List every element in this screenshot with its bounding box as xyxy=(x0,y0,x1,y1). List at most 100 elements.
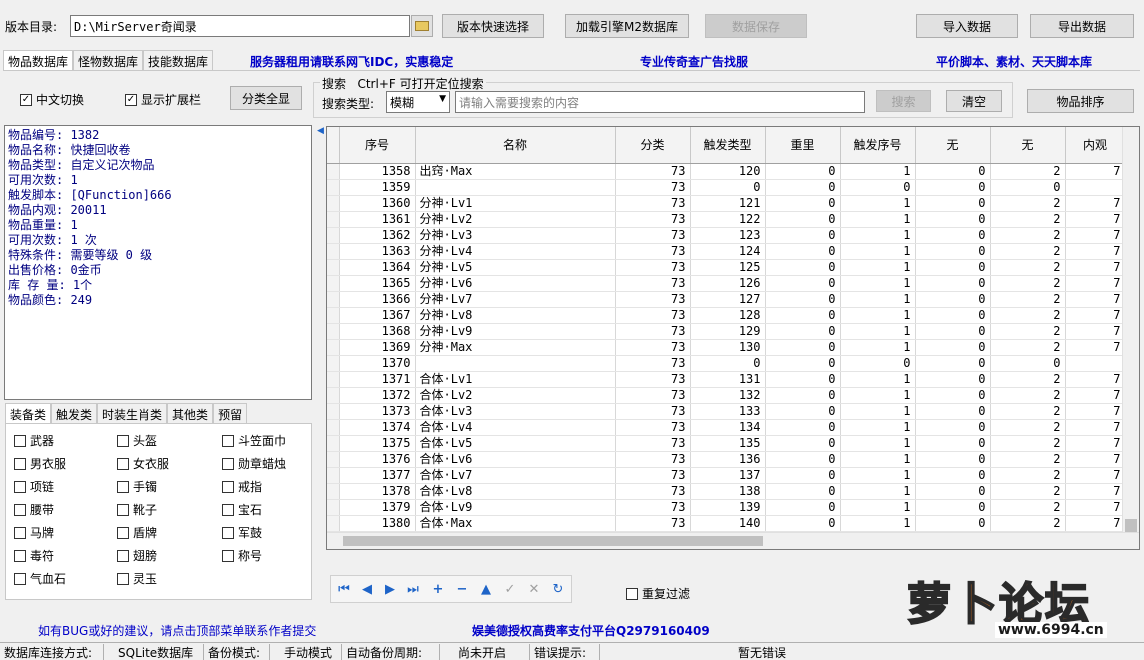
search-type-select[interactable]: 模糊 ▼ xyxy=(386,91,450,113)
table-cell[interactable]: 合体·Lv9 xyxy=(415,499,616,516)
row-indicator[interactable] xyxy=(327,163,340,180)
table-cell[interactable]: 73 xyxy=(615,387,691,404)
tab-other[interactable]: 其他类 xyxy=(167,403,214,423)
category-checkbox[interactable]: 戒指 xyxy=(222,478,262,495)
tab-reserved[interactable]: 预留 xyxy=(213,403,248,423)
table-cell[interactable]: 2 xyxy=(990,323,1066,340)
table-cell[interactable]: 1366 xyxy=(339,291,416,308)
table-cell[interactable]: 73 xyxy=(615,339,691,356)
category-checkbox[interactable]: 毒符 xyxy=(14,547,54,564)
table-cell[interactable]: 0 xyxy=(690,355,766,372)
table-cell[interactable]: 127 xyxy=(690,291,766,308)
table-cell[interactable]: 2 xyxy=(990,195,1066,212)
table-cell[interactable]: 7 xyxy=(1065,419,1126,436)
row-indicator[interactable] xyxy=(327,323,340,340)
row-indicator[interactable] xyxy=(327,483,340,500)
column-header[interactable]: 无 xyxy=(915,127,991,164)
table-cell[interactable]: 7 xyxy=(1065,499,1126,516)
table-cell[interactable]: 0 xyxy=(765,371,841,388)
refresh-icon[interactable]: ↻ xyxy=(548,579,568,599)
table-cell[interactable]: 0 xyxy=(915,355,991,372)
table-cell[interactable]: 合体·Lv4 xyxy=(415,419,616,436)
table-cell[interactable]: 135 xyxy=(690,435,766,452)
table-cell[interactable]: 1373 xyxy=(339,403,416,420)
category-checkbox[interactable]: 女衣服 xyxy=(117,455,169,472)
version-dir-input[interactable]: D:\MirServer奇闻录 xyxy=(70,15,410,37)
table-cell[interactable]: 0 xyxy=(915,435,991,452)
table-cell[interactable]: 7 xyxy=(1065,275,1126,292)
table-cell[interactable]: 2 xyxy=(990,419,1066,436)
table-cell[interactable]: 140 xyxy=(690,515,766,532)
table-cell[interactable]: 1375 xyxy=(339,435,416,452)
column-header[interactable]: 分类 xyxy=(615,127,691,164)
category-checkbox[interactable]: 气血石 xyxy=(14,570,66,587)
row-indicator[interactable] xyxy=(327,227,340,244)
table-row[interactable]: 1373 合体·Lv3 73 133 0 1 0 2 7 xyxy=(327,403,1126,420)
table-cell[interactable]: 1 xyxy=(840,403,916,420)
table-cell[interactable]: 1358 xyxy=(339,163,416,180)
table-cell[interactable]: 0 xyxy=(765,227,841,244)
table-cell[interactable]: 0 xyxy=(765,499,841,516)
table-cell[interactable]: 0 xyxy=(765,435,841,452)
table-cell[interactable]: 73 xyxy=(615,355,691,372)
tab-skills[interactable]: 技能数据库 xyxy=(143,50,214,70)
table-cell[interactable]: 合体·Lv3 xyxy=(415,403,616,420)
row-indicator[interactable] xyxy=(327,275,340,292)
row-indicator[interactable] xyxy=(327,371,340,388)
table-cell[interactable]: 139 xyxy=(690,499,766,516)
table-cell[interactable]: 137 xyxy=(690,467,766,484)
table-cell[interactable]: 0 xyxy=(915,259,991,276)
category-checkbox[interactable]: 翅膀 xyxy=(117,547,157,564)
horizontal-scroll-thumb[interactable] xyxy=(343,536,763,546)
table-row[interactable]: 1361 分神·Lv2 73 122 0 1 0 2 7 xyxy=(327,211,1126,228)
pay-ad-link[interactable]: 娱美德授权高费率支付平台Q2979160409 xyxy=(472,622,710,639)
table-row[interactable]: 1380 合体·Max 73 140 0 1 0 2 7 xyxy=(327,515,1126,532)
table-cell[interactable]: 2 xyxy=(990,483,1066,500)
table-cell[interactable]: 0 xyxy=(915,211,991,228)
table-cell[interactable]: 73 xyxy=(615,243,691,260)
dedupe-filter-checkbox[interactable]: 重复过滤 xyxy=(626,585,690,602)
bug-hint-text[interactable]: 如有BUG或好的建议，请点击顶部菜单联系作者提交 xyxy=(38,622,316,639)
table-cell[interactable]: 2 xyxy=(990,291,1066,308)
table-cell[interactable]: 2 xyxy=(990,339,1066,356)
table-cell[interactable]: 73 xyxy=(615,259,691,276)
table-cell[interactable]: 2 xyxy=(990,307,1066,324)
table-cell[interactable]: 2 xyxy=(990,275,1066,292)
table-cell[interactable]: 0 xyxy=(990,179,1066,196)
table-cell[interactable]: 0 xyxy=(915,499,991,516)
table-cell[interactable]: 合体·Lv7 xyxy=(415,467,616,484)
table-cell[interactable]: 2 xyxy=(990,403,1066,420)
table-cell[interactable]: 134 xyxy=(690,419,766,436)
table-cell[interactable]: 0 xyxy=(690,179,766,196)
load-db-button[interactable]: 加载引擎M2数据库 xyxy=(565,14,689,38)
table-cell[interactable]: 1 xyxy=(840,211,916,228)
table-cell[interactable] xyxy=(1065,355,1126,372)
table-cell[interactable]: 73 xyxy=(615,451,691,468)
table-cell[interactable]: 0 xyxy=(840,179,916,196)
table-cell[interactable]: 73 xyxy=(615,291,691,308)
category-checkbox[interactable]: 勋章蜡烛 xyxy=(222,455,286,472)
category-checkbox[interactable]: 手镯 xyxy=(117,478,157,495)
chinese-switch-checkbox[interactable]: ✓ 中文切换 xyxy=(20,91,84,108)
table-cell[interactable]: 7 xyxy=(1065,259,1126,276)
table-cell[interactable]: 136 xyxy=(690,451,766,468)
table-cell[interactable]: 1 xyxy=(840,307,916,324)
table-row[interactable]: 1369 分神·Max 73 130 0 1 0 2 7 xyxy=(327,339,1126,356)
column-header[interactable]: 触发序号 xyxy=(840,127,916,164)
table-cell[interactable]: 1 xyxy=(840,515,916,532)
table-cell[interactable]: 0 xyxy=(915,387,991,404)
table-cell[interactable]: 0 xyxy=(765,243,841,260)
table-cell[interactable]: 0 xyxy=(765,179,841,196)
table-cell[interactable]: 73 xyxy=(615,307,691,324)
table-cell[interactable]: 2 xyxy=(990,211,1066,228)
save-data-button[interactable]: 数据保存 xyxy=(705,14,807,38)
table-cell[interactable]: 分神·Lv8 xyxy=(415,307,616,324)
table-cell[interactable]: 130 xyxy=(690,339,766,356)
row-indicator[interactable] xyxy=(327,451,340,468)
clear-button[interactable]: 清空 xyxy=(946,90,1002,112)
table-cell[interactable] xyxy=(415,179,616,196)
table-cell[interactable]: 1 xyxy=(840,291,916,308)
table-cell[interactable]: 0 xyxy=(915,339,991,356)
table-cell[interactable]: 1361 xyxy=(339,211,416,228)
table-cell[interactable]: 1362 xyxy=(339,227,416,244)
